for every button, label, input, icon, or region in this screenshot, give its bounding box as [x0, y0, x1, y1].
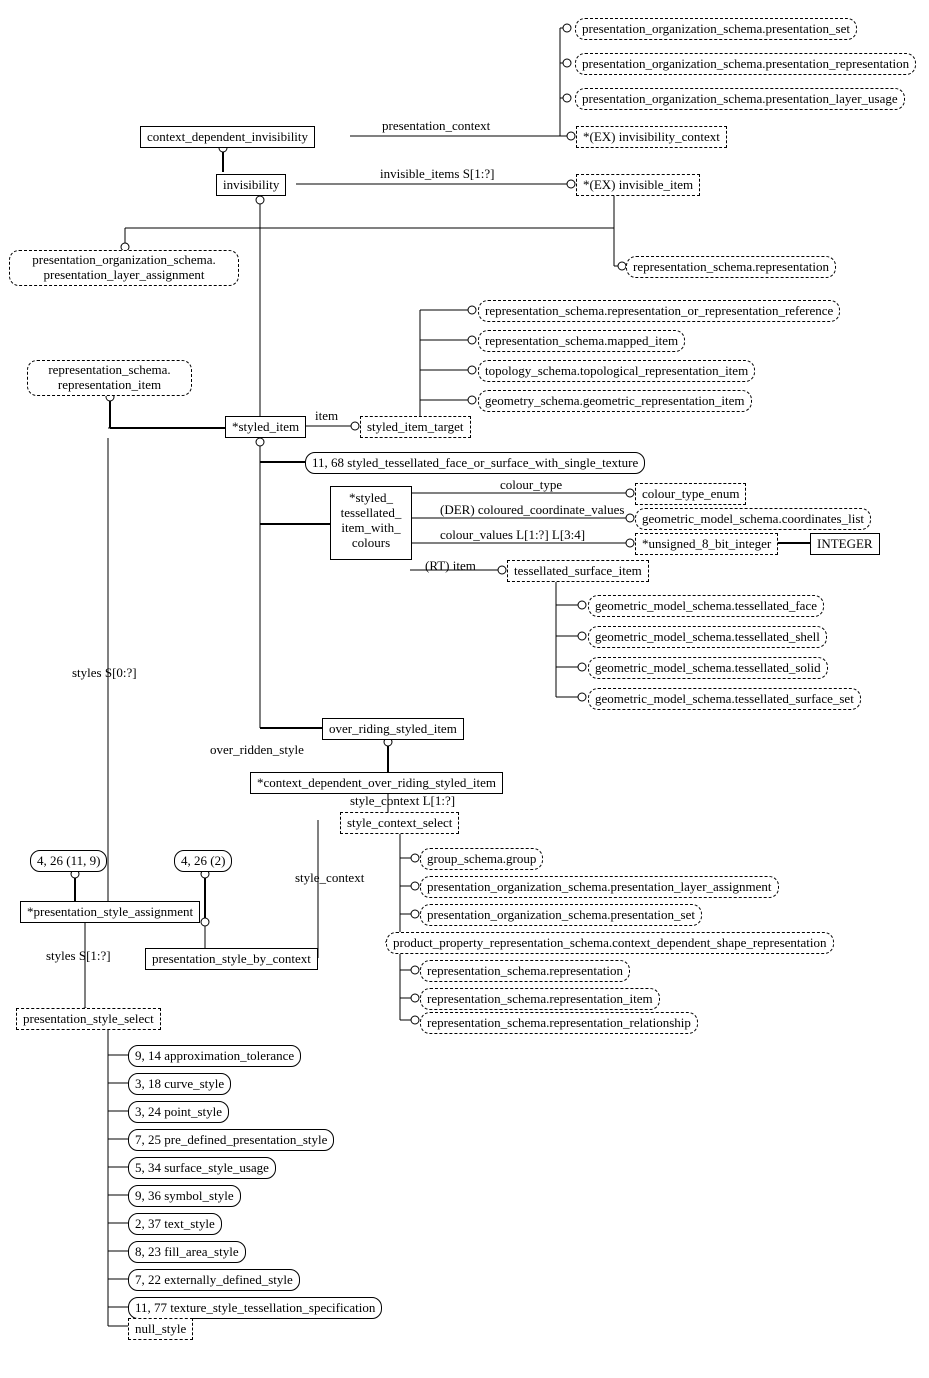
attr-label: styles S[1:?] — [46, 948, 111, 964]
ext-entity: geometric_model_schema.tessellated_surfa… — [588, 688, 861, 710]
page-ref: 7, 25 pre_defined_presentation_style — [128, 1129, 334, 1151]
ext-entity: product_property_representation_schema.c… — [386, 932, 834, 954]
attr-label: colour_values L[1:?] L[3:4] — [440, 527, 585, 543]
ext-entity: presentation_organization_schema.present… — [575, 53, 916, 75]
entity-presentation-style-by-context: presentation_style_by_context — [145, 948, 318, 970]
page-ref: 9, 14 approximation_tolerance — [128, 1045, 301, 1067]
page-ref: 3, 18 curve_style — [128, 1073, 231, 1095]
page-ref: 11, 68 styled_tessellated_face_or_surfac… — [305, 452, 645, 474]
page-ref: 11, 77 texture_style_tessellation_specif… — [128, 1297, 382, 1319]
attr-label: style_context — [295, 870, 364, 886]
ext-entity: representation_schema.mapped_item — [478, 330, 685, 352]
type-null-style: null_style — [128, 1318, 193, 1340]
attr-label: (RT) item — [425, 558, 476, 574]
ext-entity: representation_schema.representation — [626, 256, 836, 278]
type-unsigned-8-bit-integer: *unsigned_8_bit_integer — [635, 533, 778, 555]
select-invisibility-context: *(EX) invisibility_context — [576, 126, 727, 148]
ext-entity: geometric_model_schema.tessellated_solid — [588, 657, 828, 679]
page-ref: 8, 23 fill_area_style — [128, 1241, 246, 1263]
page-ref: 2, 37 text_style — [128, 1213, 222, 1235]
ext-entity: presentation_organization_schema.present… — [575, 18, 857, 40]
select-tessellated-surface-item: tessellated_surface_item — [507, 560, 649, 582]
select-presentation-style-select: presentation_style_select — [16, 1008, 161, 1030]
entity-presentation-style-assignment: *presentation_style_assignment — [20, 901, 200, 923]
ext-entity: geometric_model_schema.coordinates_list — [635, 508, 871, 530]
select-invisible-item: *(EX) invisible_item — [576, 174, 700, 196]
page-ref: 5, 34 surface_style_usage — [128, 1157, 276, 1179]
entity-over-riding-styled-item: over_riding_styled_item — [322, 718, 464, 740]
attr-label: styles S[0:?] — [72, 665, 137, 681]
attr-label: invisible_items S[1:?] — [380, 166, 494, 182]
ext-entity: representation_schema.representation_or_… — [478, 300, 840, 322]
ext-entity: representation_schema.representation_ite… — [420, 988, 660, 1010]
page-ref: 4, 26 (11, 9) — [30, 850, 107, 872]
ext-entity: presentation_organization_schema.present… — [420, 876, 779, 898]
entity-context-dependent-invisibility: context_dependent_invisibility — [140, 126, 315, 148]
attr-label: item — [315, 408, 338, 424]
attr-label: over_ridden_style — [210, 742, 304, 758]
ext-entity: group_schema.group — [420, 848, 543, 870]
entity-invisibility: invisibility — [216, 174, 286, 196]
page-ref: 3, 24 point_style — [128, 1101, 229, 1123]
page-ref: 9, 36 symbol_style — [128, 1185, 241, 1207]
ext-entity: representation_schema.representation — [420, 960, 630, 982]
entity-styled-tessellated-item-with-colours: *styled_tessellated_item_with_colours — [330, 486, 412, 560]
ext-entity: presentation_organization_schema.present… — [9, 250, 239, 286]
select-style-context-select: style_context_select — [340, 812, 459, 834]
attr-label: style_context L[1:?] — [350, 793, 455, 809]
ext-entity: presentation_organization_schema.present… — [575, 88, 905, 110]
ext-entity: presentation_organization_schema.present… — [420, 904, 702, 926]
ext-entity: representation_schema.representation_ite… — [27, 360, 192, 396]
type-colour-type-enum: colour_type_enum — [635, 483, 746, 505]
type-integer: INTEGER — [810, 533, 880, 555]
attr-label: colour_type — [500, 477, 562, 493]
select-styled-item-target: styled_item_target — [360, 416, 471, 438]
ext-entity: representation_schema.representation_rel… — [420, 1012, 698, 1034]
page-ref: 4, 26 (2) — [174, 850, 232, 872]
entity-styled-item: *styled_item — [225, 416, 306, 438]
ext-entity: topology_schema.topological_representati… — [478, 360, 755, 382]
page-ref: 7, 22 externally_defined_style — [128, 1269, 300, 1291]
attr-label: presentation_context — [382, 118, 490, 134]
ext-entity: geometric_model_schema.tessellated_shell — [588, 626, 827, 648]
ext-entity: geometry_schema.geometric_representation… — [478, 390, 752, 412]
entity-cdorsi: *context_dependent_over_riding_styled_it… — [250, 772, 503, 794]
ext-entity: geometric_model_schema.tessellated_face — [588, 595, 824, 617]
attr-label: (DER) coloured_coordinate_values — [440, 502, 624, 518]
